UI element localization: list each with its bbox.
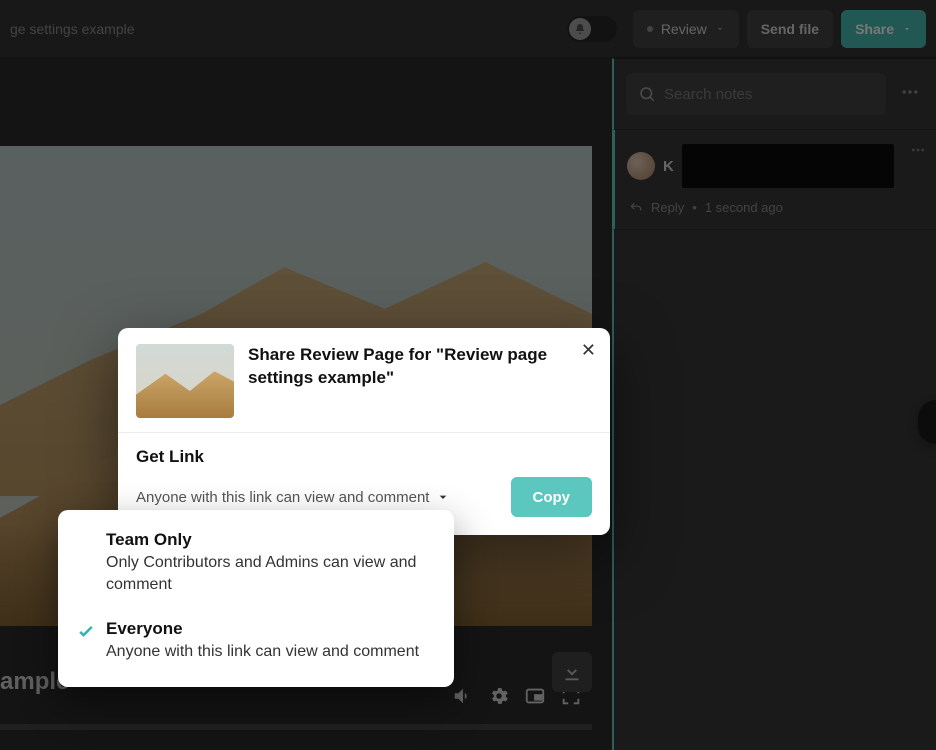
close-icon: ✕ [581,340,596,360]
share-thumbnail [136,344,234,418]
chevron-down-icon [435,489,451,505]
scope-option-team[interactable]: Team Only Only Contributors and Admins c… [76,524,436,601]
option-sublabel: Anyone with this link can view and comme… [106,641,419,663]
get-link-heading: Get Link [136,447,592,467]
link-scope-dropdown[interactable]: Anyone with this link can view and comme… [136,489,451,506]
close-button[interactable]: ✕ [581,340,596,361]
copy-link-button[interactable]: Copy [511,477,593,517]
scope-option-everyone[interactable]: Everyone Anyone with this link can view … [76,613,436,669]
check-icon [76,621,96,663]
option-label: Everyone [106,619,419,639]
option-label: Team Only [106,530,436,550]
share-modal-title: Share Review Page for "Review page setti… [248,344,592,390]
share-modal: Share Review Page for "Review page setti… [118,328,610,535]
app-root: ge settings example Review Send file Sha… [0,0,936,750]
scope-dropdown-menu: Team Only Only Contributors and Admins c… [58,510,454,687]
option-sublabel: Only Contributors and Admins can view an… [106,552,436,595]
